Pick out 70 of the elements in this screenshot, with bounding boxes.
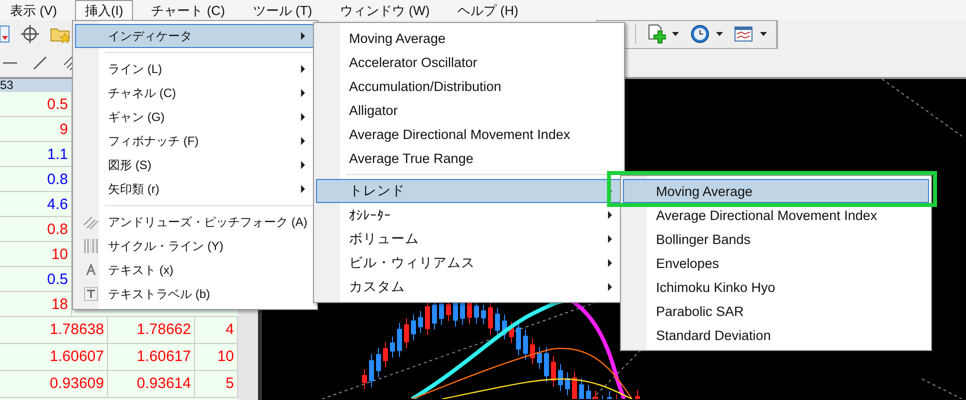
new-chart-icon [646,23,666,45]
menu-bar-item[interactable]: ウィンドウ (W) [330,0,440,20]
template-button[interactable] [734,25,768,43]
pitchfork-icon [83,215,99,229]
menu-item[interactable]: チャネル (C) [75,81,315,105]
menu-item[interactable]: Moving Average [316,26,622,50]
caret-icon [672,31,680,37]
menu-item[interactable]: ｵｼﾚｰﾀｰ [316,203,622,227]
chart-template-icon [734,25,754,43]
menu-bar-item[interactable]: ツール (T) [242,0,322,20]
menu-item[interactable]: サイクル・ライン (Y) [75,234,315,258]
clock-icon [690,24,710,44]
submenu-arrow-icon [301,137,306,145]
menu-item[interactable]: Accumulation/Distribution [316,74,622,98]
menu-item[interactable]: Parabolic SAR [623,299,929,323]
menu-item[interactable]: ギャン (G) [75,105,315,129]
menu-item[interactable]: インディケータ [75,24,315,48]
menu-item[interactable]: Moving Average [623,179,929,203]
menu-item[interactable]: ボリューム [316,227,622,251]
cycle-lines-icon [84,238,98,254]
clock-button[interactable] [690,24,724,44]
submenu-arrow-icon [608,211,613,219]
menu-item[interactable]: Average Directional Movement Index [623,203,929,227]
submenu-arrow-icon [301,161,306,169]
new-chart-button[interactable] [646,23,680,45]
submenu-arrow-icon [301,185,306,193]
menu-item[interactable]: Alligator [316,98,622,122]
chart-icon[interactable] [0,24,10,44]
menu-item[interactable]: Average Directional Movement Index [316,122,622,146]
table-cell: 1.78662 [108,317,195,343]
table-cell: 0.93614 [108,371,195,397]
menu-item[interactable]: 図形 (S) [75,153,315,177]
menu-item[interactable]: Ichimoku Kinko Hyo [623,275,929,299]
menu-item[interactable]: カスタム [316,275,622,299]
menu-item[interactable]: Accelerator Oscillator [316,50,622,74]
dashed-line [922,378,962,399]
submenu-arrow-icon [301,113,306,121]
menu-item[interactable]: テキスト (x) [75,258,315,282]
table-cell: 53 [0,78,14,92]
submenu-arrow-icon [301,89,306,97]
menu-item[interactable]: トレンド [316,179,622,203]
submenu-arrow-icon [608,259,613,267]
menu-item[interactable]: ライン (L) [75,57,315,81]
table-cell: 1.60607 [0,344,108,370]
menu-bar-item[interactable]: 表示 (V) [0,0,67,20]
menu-item[interactable]: Bollinger Bands [623,227,929,251]
table-cell: 1.78638 [0,317,108,343]
menu-item[interactable]: フィボナッチ (F) [75,129,315,153]
menu-item[interactable]: テキストラベル (b) [75,282,315,306]
menu-bar-item[interactable]: ヘルプ (H) [448,0,528,20]
caret-icon [716,31,724,37]
menu-item[interactable]: アンドリューズ・ピッチフォーク (A) [75,210,315,234]
menu-bar-item[interactable]: チャート (C) [141,0,235,20]
crosshair-icon[interactable] [20,24,40,44]
menu-bar-item[interactable]: 挿入(I) [74,0,134,20]
table-cell: 1.60617 [108,344,195,370]
submenu-arrow-icon [608,283,613,291]
submenu-arrow-icon [301,65,306,73]
menu-item[interactable]: Envelopes [623,251,929,275]
menu-item[interactable]: 矢印類 (r) [75,177,315,201]
caret-icon [760,31,768,37]
submenu-arrow-icon [608,235,613,243]
menu-item[interactable]: Standard Deviation [623,323,929,347]
text-label-icon [84,287,98,301]
menu-item[interactable]: ビル・ウィリアムス [316,251,622,275]
text-icon [86,264,96,276]
menu-item[interactable]: Average True Range [316,146,622,170]
table-cell: 0.93609 [0,371,108,397]
trend-line-icon[interactable] [33,56,47,70]
submenu-arrow-icon [301,32,306,40]
